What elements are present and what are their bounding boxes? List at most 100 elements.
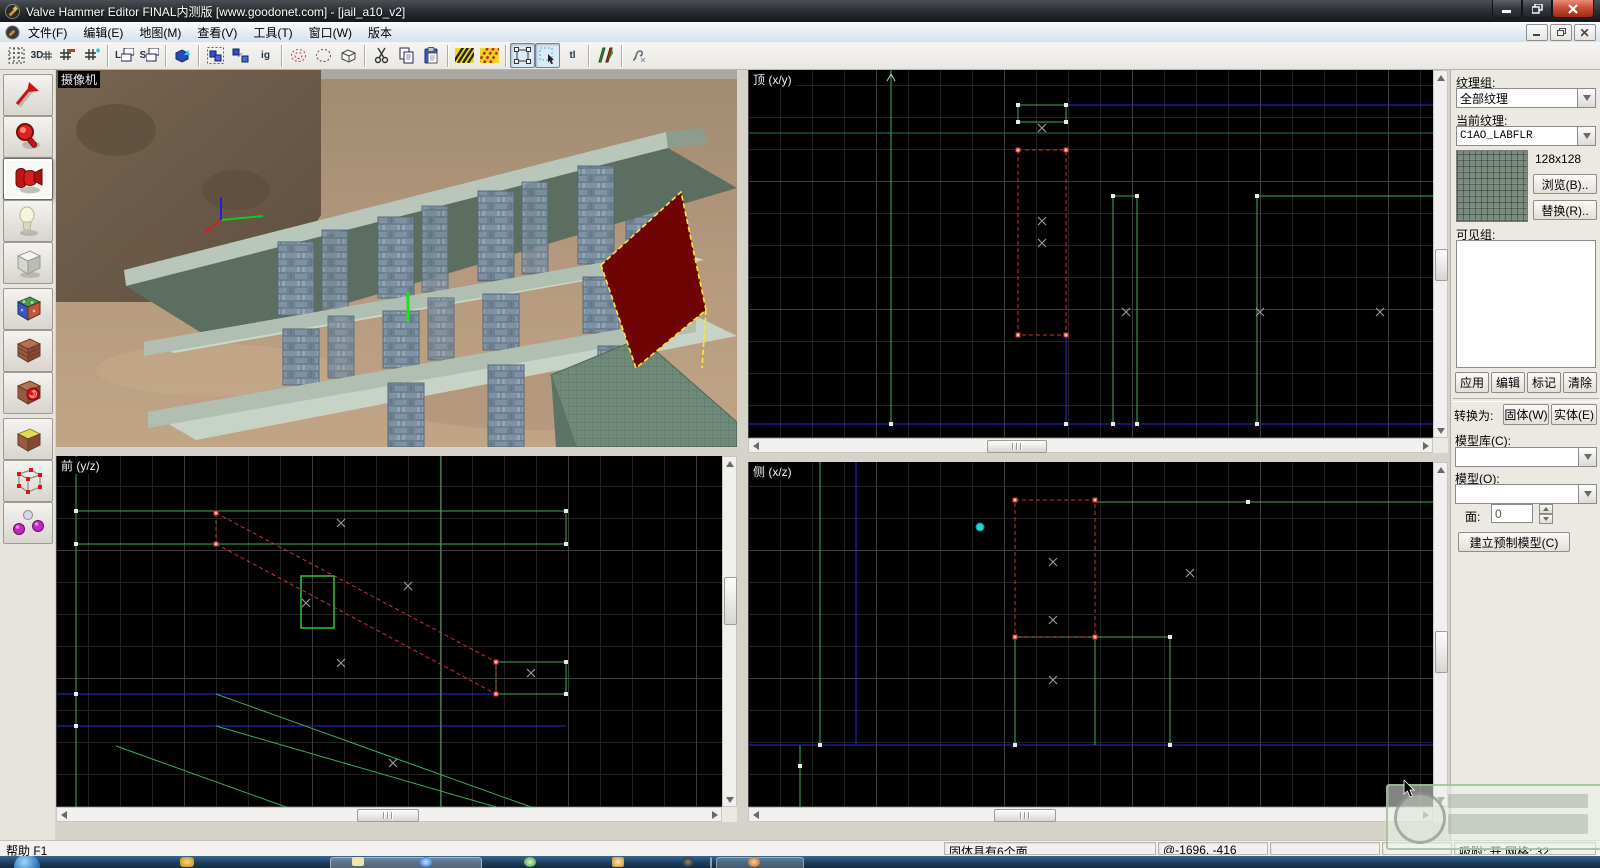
hollow-button[interactable] [286,43,311,68]
carve-button[interactable] [170,43,195,68]
flip-faces-button[interactable] [593,43,618,68]
tool-path-button[interactable] [3,502,53,544]
tool-magnify-button[interactable] [3,116,53,158]
tool-vertex-button[interactable] [3,460,53,502]
model-library-dropdown-icon[interactable] [1578,448,1596,466]
side-hscroll-thumb[interactable] [994,809,1056,822]
smaller-grid-button[interactable] [54,43,79,68]
to-entity-button[interactable]: 实体(E) [1551,404,1597,425]
replace-button[interactable]: 替换(R).. [1533,200,1597,220]
menu-file[interactable]: 文件(F) [20,22,75,43]
taskbar-icon-4[interactable] [612,857,624,867]
face-count-field[interactable] [1491,504,1533,523]
larger-grid-button[interactable] [79,43,104,68]
current-texture-dropdown-icon[interactable] [1577,127,1595,145]
cordon-edit-button[interactable] [311,43,336,68]
menu-view[interactable]: 查看(V) [189,22,245,43]
menu-tools[interactable]: 工具(T) [245,22,300,43]
create-prefab-button[interactable]: 建立预制模型(C) [1458,532,1570,552]
texture-scale-lock-button[interactable] [477,43,502,68]
tool-texture-apply-button[interactable] [3,288,53,330]
watermark-logo [1386,784,1600,850]
taskbar-icon-1[interactable] [180,857,194,867]
viewport-front[interactable]: 前 (y/z) [56,456,722,807]
minimize-button[interactable] [1492,0,1522,18]
taskbar-folder-icon[interactable] [352,857,364,866]
tool-entity-button[interactable] [3,200,53,242]
edit-button[interactable]: 编辑 [1491,372,1525,393]
current-texture-combobox[interactable]: C1AO_LABFLR [1456,126,1596,146]
cut-button[interactable] [369,43,394,68]
menu-edit[interactable]: 编辑(E) [75,22,131,43]
smoothing-groups-button[interactable] [626,43,651,68]
front-hscroll-thumb[interactable] [357,809,419,822]
select-handles-button[interactable] [510,43,535,68]
model-library-combobox[interactable] [1455,447,1597,467]
front-vscroll-thumb[interactable] [724,577,737,625]
front-vscrollbar[interactable] [722,456,737,807]
model-combobox[interactable] [1455,484,1597,504]
tool-block-button[interactable] [3,242,53,284]
to-world-button[interactable]: 固体(W) [1503,404,1549,425]
copy-button[interactable] [394,43,419,68]
toggle-3d-grid-button[interactable]: 3D [29,43,54,68]
top-vscroll-thumb[interactable] [1435,249,1448,281]
model-dropdown-icon[interactable] [1578,485,1596,503]
tool-apply-decals-button[interactable] [3,372,53,414]
face-spin-up-button[interactable] [1539,504,1553,514]
clear-button[interactable]: 清除 [1563,372,1597,393]
tool-camera-button[interactable] [3,158,53,200]
group-button[interactable] [203,43,228,68]
auto-select-button[interactable] [535,43,560,68]
tool-clipping-button[interactable] [3,418,53,460]
taskbar-icon-5[interactable] [682,857,694,867]
viewport-label-camera: 摄像机 [58,71,100,88]
mdi-minimize-button[interactable] [1526,24,1548,41]
status-empty-segment [1270,842,1380,855]
title-bar[interactable]: Valve Hammer Editor FINAL内测版 [www.goodon… [0,0,1600,22]
menu-window[interactable]: 窗口(W) [301,22,360,43]
tool-selection-button[interactable] [3,74,53,116]
top-vscrollbar[interactable] [1433,70,1448,438]
ungroup-button[interactable] [228,43,253,68]
save-window-state-button[interactable]: S [137,43,162,68]
apply-button[interactable]: 应用 [1455,372,1489,393]
side-hscrollbar[interactable] [748,807,1433,822]
front-hscrollbar[interactable] [56,807,722,822]
mark-button[interactable]: 标记 [1527,372,1561,393]
face-spin-down-button[interactable] [1539,514,1553,524]
texture-group-dropdown-icon[interactable] [1577,89,1595,107]
entity-point [976,523,984,531]
start-button[interactable] [14,856,40,868]
top-hscroll-thumb[interactable] [987,440,1047,453]
mdi-close-button[interactable] [1574,24,1596,41]
texture-lock-tl-label: tl [569,50,575,61]
taskbar-icon-2[interactable] [420,857,432,867]
restore-button[interactable] [1522,0,1552,18]
taskbar-icon-6[interactable] [748,857,760,867]
load-window-state-button[interactable]: L [112,43,137,68]
ignore-groups-button[interactable]: ig [253,43,278,68]
viewport-3d[interactable]: 摄像机 [56,70,737,447]
mdi-restore-button[interactable] [1550,24,1572,41]
document-system-icon[interactable] [5,25,20,40]
viewport-top[interactable]: 顶 (x/y) [748,70,1433,438]
visible-groups-listbox[interactable] [1456,240,1596,368]
texture-lock-button[interactable] [452,43,477,68]
taskbar-app-button[interactable] [716,857,804,868]
close-button[interactable] [1552,0,1594,18]
top-hscrollbar[interactable] [748,438,1433,453]
menu-version[interactable]: 版本 [360,22,400,43]
menu-map[interactable]: 地图(M) [131,22,189,43]
viewport-side[interactable]: 侧 (x/z) [748,462,1433,807]
side-vscroll-thumb[interactable] [1435,631,1448,673]
cordon-toggle-button[interactable] [336,43,361,68]
side-vscrollbar[interactable] [1433,462,1448,807]
paste-button[interactable] [419,43,444,68]
texture-group-combobox[interactable]: 全部纹理 [1456,88,1596,108]
texture-lock-tl-button[interactable]: tl [560,43,585,68]
tool-apply-current-texture-button[interactable] [3,330,53,372]
browse-button[interactable]: 浏览(B).. [1533,174,1597,194]
toggle-grid-button[interactable] [4,43,29,68]
taskbar-icon-3[interactable] [524,857,536,867]
